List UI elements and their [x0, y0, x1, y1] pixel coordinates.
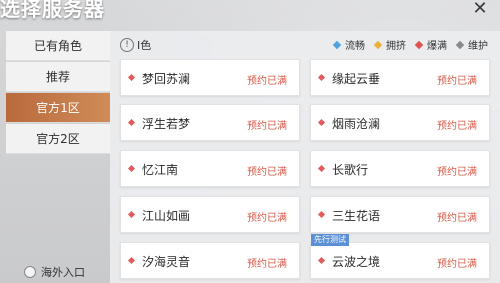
server-name: 梦回苏澜 — [142, 72, 191, 86]
server-list-panel: ! I色 流畅 拥挤 爆满 维护 梦回苏澜 预约已满 缘起云垂 预约已满 浮生若… — [110, 31, 500, 283]
server-name: 烟雨沧澜 — [332, 117, 381, 131]
section-label: I色 — [137, 39, 152, 52]
server-status: 预约已满 — [247, 259, 287, 270]
diamond-icon — [455, 40, 465, 49]
server-card[interactable]: 烟雨沧澜 预约已满 — [310, 104, 490, 141]
legend-full: 爆满 — [414, 37, 447, 52]
status-diamond-icon — [127, 256, 136, 265]
server-region-sidebar: 已有角色 推荐 官方1区 官方2区 — [6, 31, 110, 283]
server-card[interactable]: 三生花语 预约已满 — [310, 196, 490, 233]
server-status: 预约已满 — [437, 121, 477, 132]
server-card[interactable]: 浮生若梦 预约已满 — [120, 104, 300, 141]
server-status: 预约已满 — [437, 259, 477, 270]
status-diamond-icon — [127, 118, 136, 127]
tab-existing-characters[interactable]: 已有角色 — [6, 31, 110, 61]
status-diamond-icon — [317, 210, 326, 219]
legend-label: 爆满 — [427, 41, 447, 52]
legend-label: 维护 — [468, 41, 488, 52]
status-diamond-icon — [127, 164, 136, 173]
page-title: 选择服务器 — [0, 0, 105, 21]
status-diamond-icon — [317, 73, 326, 82]
diamond-icon — [414, 40, 424, 49]
tab-label: 已有角色 — [33, 39, 82, 53]
tab-official-2[interactable]: 官方2区 — [6, 124, 110, 154]
server-name: 缘起云垂 — [332, 72, 381, 86]
close-icon[interactable]: ✕ — [471, 0, 489, 18]
legend-label: 流畅 — [345, 41, 365, 52]
server-card[interactable]: 梦回苏澜 预约已满 — [120, 59, 300, 96]
server-name: 汐海灵音 — [142, 255, 191, 269]
server-name: 云波之境 — [332, 255, 381, 269]
server-name: 长歌行 — [332, 163, 369, 177]
tab-recommended[interactable]: 推荐 — [6, 62, 110, 92]
status-diamond-icon — [127, 210, 136, 219]
status-diamond-icon — [317, 118, 326, 127]
legend-smooth: 流畅 — [332, 37, 365, 52]
server-status: 预约已满 — [437, 76, 477, 87]
diamond-icon — [373, 40, 383, 49]
server-name: 忆江南 — [142, 163, 179, 177]
status-diamond-icon — [127, 73, 136, 82]
overseas-entry[interactable]: 海外入口 — [24, 264, 85, 280]
overseas-label: 海外入口 — [41, 266, 85, 279]
tab-official-1[interactable]: 官方1区 — [6, 93, 110, 123]
server-status: 预约已满 — [437, 213, 477, 224]
legend-crowded: 拥挤 — [373, 37, 406, 52]
preview-test-badge: 先行测试 — [311, 234, 349, 246]
status-diamond-icon — [317, 164, 326, 173]
radio-icon[interactable] — [24, 266, 36, 278]
server-name: 浮生若梦 — [142, 117, 191, 131]
server-card[interactable]: 先行测试 云波之境 预约已满 — [310, 234, 490, 279]
legend-label: 拥挤 — [386, 41, 406, 52]
legend-maintenance: 维护 — [455, 37, 488, 52]
info-icon[interactable]: ! — [120, 38, 134, 52]
server-status: 预约已满 — [247, 213, 287, 224]
server-card[interactable]: 忆江南 预约已满 — [120, 150, 300, 187]
diamond-icon — [332, 40, 342, 49]
server-name: 三生花语 — [332, 209, 381, 223]
server-status: 预约已满 — [247, 121, 287, 132]
server-card[interactable]: 缘起云垂 预约已满 — [310, 59, 490, 96]
status-legend: 流畅 拥挤 爆满 维护 — [324, 37, 488, 52]
status-diamond-icon — [317, 256, 326, 265]
server-card[interactable]: 汐海灵音 预约已满 — [120, 242, 300, 279]
server-status: 预约已满 — [247, 76, 287, 87]
server-status: 预约已满 — [437, 167, 477, 178]
server-status: 预约已满 — [247, 167, 287, 178]
section-header: ! I色 — [120, 37, 151, 53]
tab-label: 推荐 — [45, 70, 70, 84]
server-name: 江山如画 — [142, 209, 191, 223]
tab-label: 官方2区 — [36, 132, 80, 146]
server-card[interactable]: 江山如画 预约已满 — [120, 196, 300, 233]
tab-label: 官方1区 — [36, 101, 80, 115]
server-card[interactable]: 长歌行 预约已满 — [310, 150, 490, 187]
